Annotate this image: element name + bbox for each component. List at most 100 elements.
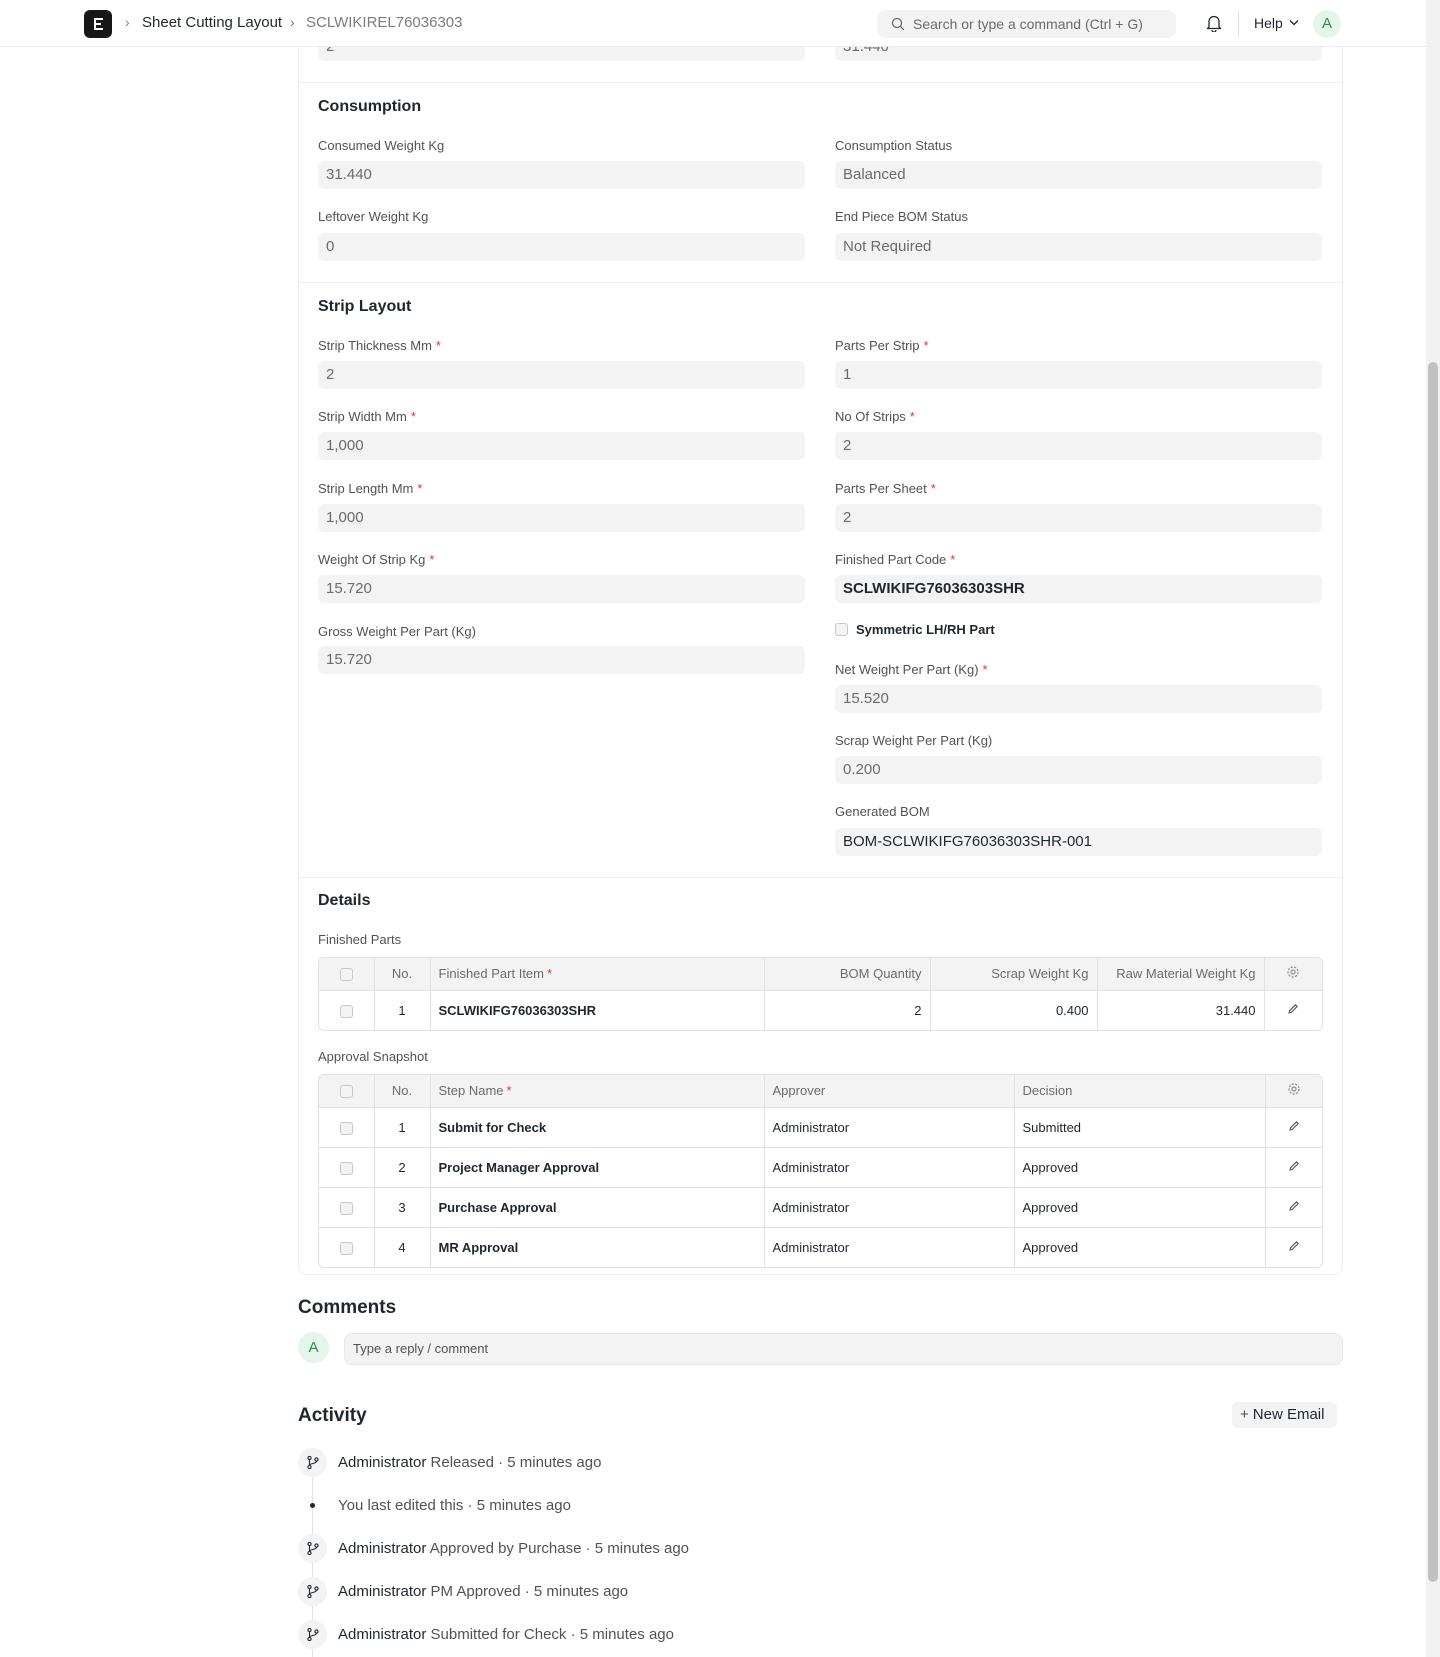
comment-avatar: A [298, 1332, 329, 1363]
step-name-cell[interactable]: Purchase Approval [430, 1187, 765, 1228]
settings-gear-icon[interactable] [1286, 965, 1300, 979]
finished-part-code-field[interactable]: SCLWIKIFG76036303SHR [835, 575, 1322, 603]
strip-width-field[interactable]: 1,000 [318, 432, 805, 460]
no-of-strips-field[interactable]: 2 [835, 432, 1322, 460]
search-input[interactable]: Search or type a command (Ctrl + G) [877, 10, 1176, 38]
finished-part-item-cell[interactable]: SCLWIKIFG76036303SHR [430, 990, 765, 1030]
parts-per-sheet-label: Parts Per Sheet * [835, 481, 936, 496]
symmetric-part-checkbox[interactable] [835, 623, 848, 636]
edit-pencil-icon[interactable] [1288, 1120, 1300, 1132]
scrap-weight-field[interactable]: 0.200 [835, 756, 1322, 784]
column-header-raw-material-weight: Raw Material Weight Kg [1097, 958, 1265, 991]
weight-of-strip-field[interactable]: 15.720 [318, 575, 805, 603]
parts-per-strip-label: Parts Per Strip * [835, 338, 929, 353]
row-checkbox[interactable] [339, 1241, 353, 1255]
table-row[interactable]: 3 Purchase Approval Administrator Approv… [319, 1187, 1322, 1228]
parts-per-sheet-field[interactable]: 2 [835, 504, 1322, 532]
activity-item: Administrator Approved by Purchase · 5 m… [338, 1540, 690, 1557]
navbar-divider [1238, 11, 1239, 37]
column-header-bom-quantity: BOM Quantity [764, 958, 931, 991]
step-name-cell[interactable]: Project Manager Approval [430, 1147, 765, 1188]
notification-bell-icon[interactable] [1206, 14, 1222, 32]
table-row[interactable]: 2 Project Manager Approval Administrator… [319, 1147, 1322, 1188]
edit-pencil-icon[interactable] [1288, 1160, 1300, 1172]
net-weight-field[interactable]: 15.520 [835, 685, 1322, 713]
git-branch-icon [307, 1627, 319, 1642]
row-checkbox[interactable] [339, 1004, 353, 1018]
approver-cell[interactable]: Administrator [764, 1147, 1015, 1188]
strip-thickness-field[interactable]: 2 [318, 361, 805, 389]
end-piece-bom-status-field[interactable]: Not Required [835, 233, 1322, 261]
activity-dot [310, 1503, 315, 1508]
chevron-right-icon: › [125, 14, 130, 30]
approver-cell[interactable]: Administrator [764, 1187, 1015, 1228]
row-checkbox[interactable] [339, 1201, 353, 1215]
section-divider [298, 82, 1343, 83]
strip-length-field[interactable]: 1,000 [318, 504, 805, 532]
row-checkbox[interactable] [339, 1121, 353, 1135]
edit-pencil-icon[interactable] [1288, 1240, 1300, 1252]
scrap-weight-label: Scrap Weight Per Part (Kg) [835, 733, 993, 748]
consumption-status-field[interactable]: Balanced [835, 161, 1322, 189]
parts-per-strip-field[interactable]: 1 [835, 361, 1322, 389]
select-all-checkbox[interactable] [339, 1085, 353, 1099]
settings-gear-icon[interactable] [1287, 1082, 1301, 1096]
decision-cell[interactable]: Approved [1014, 1147, 1266, 1188]
chevron-right-icon: › [290, 14, 295, 30]
activity-item: Administrator Submitted for Check · 5 mi… [338, 1626, 674, 1643]
column-header-scrap-weight: Scrap Weight Kg [930, 958, 1098, 991]
help-menu-button[interactable]: Help [1254, 15, 1283, 31]
user-avatar[interactable]: A [1313, 10, 1341, 38]
consumed-weight-field[interactable]: 31.440 [318, 161, 805, 189]
app-logo[interactable] [84, 10, 112, 38]
decision-cell[interactable]: Submitted [1014, 1107, 1266, 1148]
strip-length-label: Strip Length Mm * [318, 481, 423, 496]
column-header-approver: Approver [764, 1075, 1015, 1108]
breadcrumb-current-doc[interactable]: SCLWIKIREL76036303 [306, 14, 462, 31]
new-email-button[interactable]: + New Email [1232, 1402, 1337, 1428]
scrollbar-thumb[interactable] [1428, 362, 1438, 1582]
table-header-row: No. Finished Part Item * BOM Quantity Scr… [319, 958, 1322, 991]
row-no-cell: 1 [374, 990, 431, 1030]
chevron-down-icon[interactable] [1289, 19, 1299, 26]
table-row[interactable]: 1 SCLWIKIFG76036303SHR 2 0.400 31.440 [319, 990, 1322, 1030]
raw-material-weight-cell[interactable]: 31.440 [1097, 990, 1265, 1030]
gross-weight-field[interactable]: 15.720 [318, 646, 805, 674]
section-divider [298, 282, 1343, 283]
row-select-cell [319, 990, 375, 1030]
scrap-weight-cell[interactable]: 0.400 [930, 990, 1098, 1030]
activity-icon [298, 1448, 327, 1477]
table-row[interactable]: 4 MR Approval Administrator Approved [319, 1227, 1322, 1267]
activity-item: Administrator PM Approved · 5 minutes ag… [338, 1583, 629, 1600]
table-row[interactable]: 1 Submit for Check Administrator Submitt… [319, 1107, 1322, 1148]
edit-pencil-icon[interactable] [1287, 1003, 1299, 1015]
end-piece-bom-status-label: End Piece BOM Status [835, 209, 968, 224]
section-divider [298, 877, 1343, 878]
column-header-no: No. [374, 958, 431, 991]
row-no-cell: 2 [374, 1147, 431, 1188]
breadcrumb-sheet-cutting-layout[interactable]: Sheet Cutting Layout [142, 14, 282, 31]
decision-cell[interactable]: Approved [1014, 1187, 1266, 1228]
step-name-cell[interactable]: Submit for Check [430, 1107, 765, 1148]
approver-cell[interactable]: Administrator [764, 1107, 1015, 1148]
select-all-cell [319, 1075, 375, 1108]
generated-bom-link[interactable]: BOM-SCLWIKIFG76036303SHR-001 [835, 828, 1322, 856]
navbar: › Sheet Cutting Layout › SCLWIKIREL76036… [0, 0, 1426, 47]
row-edit-cell [1265, 1107, 1322, 1148]
row-no-cell: 1 [374, 1107, 431, 1148]
leftover-weight-field[interactable]: 0 [318, 233, 805, 261]
bom-quantity-cell[interactable]: 2 [764, 990, 931, 1030]
select-all-checkbox[interactable] [339, 968, 353, 982]
comment-input[interactable]: Type a reply / comment [344, 1333, 1343, 1365]
step-name-cell[interactable]: MR Approval [430, 1227, 765, 1267]
approver-cell[interactable]: Administrator [764, 1227, 1015, 1267]
finished-parts-table: No. Finished Part Item * BOM Quantity Scr… [318, 957, 1323, 1031]
activity-icon [298, 1620, 327, 1649]
weight-of-strip-label: Weight Of Strip Kg * [318, 552, 435, 567]
select-all-cell [319, 958, 375, 991]
decision-cell[interactable]: Approved [1014, 1227, 1266, 1267]
column-header-finished-part-item: Finished Part Item * [430, 958, 765, 991]
row-checkbox[interactable] [339, 1161, 353, 1175]
symmetric-part-label: Symmetric LH/RH Part [856, 622, 995, 637]
edit-pencil-icon[interactable] [1288, 1200, 1300, 1212]
